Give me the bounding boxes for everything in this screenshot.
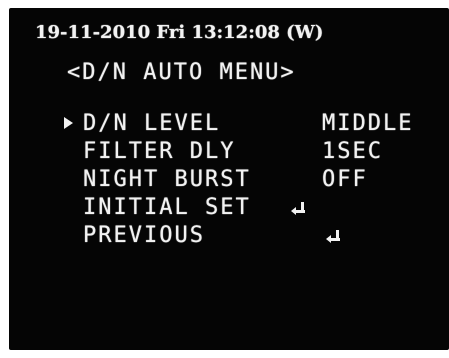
menu-item-label: INITIAL SET (83, 195, 251, 220)
menu-item-initial-set[interactable]: INITIAL SET (64, 195, 444, 221)
osd-screen: 19-11-2010 Fri 13:12:08 (W) <D/N AUTO ME… (9, 8, 449, 350)
menu-item-filter-dly[interactable]: FILTER DLY 1SEC (64, 139, 444, 165)
selection-cursor-icon (64, 117, 73, 129)
menu-item-label: FILTER DLY (83, 139, 236, 164)
menu-item-value: OFF (322, 167, 368, 192)
enter-icon (326, 230, 340, 244)
menu-item-night-burst[interactable]: NIGHT BURST OFF (64, 167, 444, 193)
menu-title: <D/N AUTO MENU> (67, 60, 296, 85)
menu-item-value: MIDDLE (322, 111, 414, 136)
timestamp: 19-11-2010 Fri 13:12:08 (W) (35, 22, 324, 43)
camera-frame: 19-11-2010 Fri 13:12:08 (W) <D/N AUTO ME… (0, 0, 449, 358)
menu-item-label: NIGHT BURST (83, 167, 251, 192)
menu-item-label: D/N LEVEL (83, 111, 221, 136)
menu-item-dn-level[interactable]: D/N LEVEL MIDDLE (64, 111, 444, 137)
menu-item-previous[interactable]: PREVIOUS (64, 223, 444, 249)
menu-item-value: 1SEC (322, 139, 383, 164)
enter-icon (291, 202, 305, 216)
menu-item-label: PREVIOUS (83, 223, 205, 248)
